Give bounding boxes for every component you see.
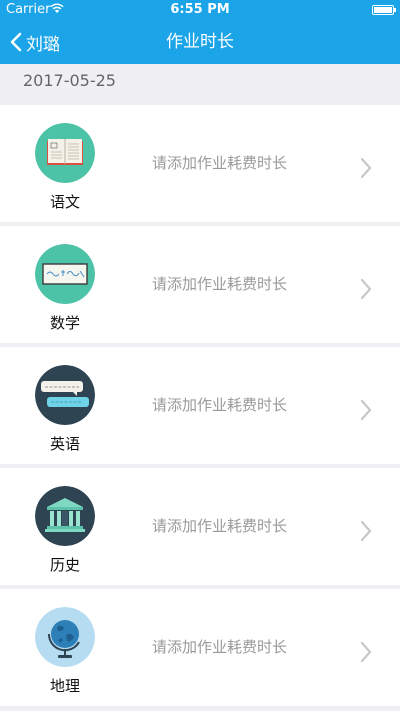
duration-hint: 请添加作业耗费时长: [152, 517, 288, 535]
temple-icon: [35, 486, 95, 546]
subject-name: 语文: [49, 193, 80, 211]
subject-name: 历史: [49, 556, 80, 574]
chevron-right-icon: [360, 278, 372, 300]
subject-row-chinese[interactable]: 语文 请添加作业耗费时长: [0, 105, 400, 222]
status-time: 6:55 PM: [170, 2, 230, 17]
duration-hint: 请添加作业耗费时长: [152, 396, 288, 414]
chevron-right-icon: [360, 399, 372, 421]
chevron-right-icon: [360, 520, 372, 542]
date-header: 2017-05-25: [0, 64, 400, 100]
chalkboard-icon: [35, 244, 95, 304]
chevron-right-icon: [360, 641, 372, 663]
navigation-bar: 刘璐 作业时长: [0, 20, 400, 64]
page-title: 作业时长: [166, 32, 234, 52]
subject-name: 地理: [49, 677, 80, 695]
duration-hint: 请添加作业耗费时长: [152, 638, 288, 656]
subject-row-math[interactable]: 数学 请添加作业耗费时长: [0, 226, 400, 343]
subject-name: 数学: [49, 314, 80, 332]
subject-row-english[interactable]: 英语 请添加作业耗费时长: [0, 347, 400, 464]
chevron-right-icon: [360, 157, 372, 179]
subject-row-geography[interactable]: 地理 请添加作业耗费时长: [0, 589, 400, 706]
date-label: 2017-05-25: [23, 71, 116, 90]
battery-icon: [372, 5, 396, 15]
globe-icon: [35, 607, 95, 667]
book-icon: [35, 123, 95, 183]
duration-hint: 请添加作业耗费时长: [152, 154, 288, 172]
duration-hint: 请添加作业耗费时长: [152, 275, 288, 293]
speech-bubbles-icon: [35, 365, 95, 425]
status-bar: Carrier 6:55 PM: [0, 0, 400, 20]
subject-row-history[interactable]: 历史 请添加作业耗费时长: [0, 468, 400, 585]
subject-name: 英语: [49, 435, 80, 453]
